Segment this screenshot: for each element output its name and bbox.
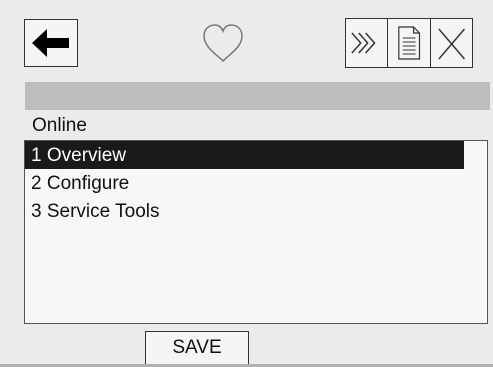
menu-item-service-tools[interactable]: 3 Service Tools <box>25 197 487 225</box>
document-button[interactable] <box>388 19 431 67</box>
close-icon <box>437 28 465 60</box>
menu-item-label: 3 Service Tools <box>31 201 160 222</box>
back-button[interactable] <box>24 19 78 67</box>
menu-item-label: 1 Overview <box>31 145 127 166</box>
toolbar-actions <box>345 18 473 68</box>
title-bar <box>25 82 490 110</box>
arrow-left-icon <box>32 29 69 57</box>
next-button[interactable] <box>346 19 389 67</box>
heart-icon[interactable] <box>198 20 248 66</box>
menu-list: 1 Overview 2 Configure 3 Service Tools <box>24 140 488 324</box>
close-button[interactable] <box>431 19 472 67</box>
triple-chevron-right-icon <box>351 32 376 54</box>
device-screen: Online 1 Overview 2 Configure 3 Service … <box>0 0 493 367</box>
document-icon <box>398 26 421 60</box>
menu-item-label: 2 Configure <box>31 173 130 194</box>
save-button[interactable]: SAVE <box>145 331 249 365</box>
menu-item-overview[interactable]: 1 Overview <box>25 141 464 169</box>
menu-item-configure[interactable]: 2 Configure <box>25 169 487 197</box>
section-label: Online <box>32 115 87 136</box>
